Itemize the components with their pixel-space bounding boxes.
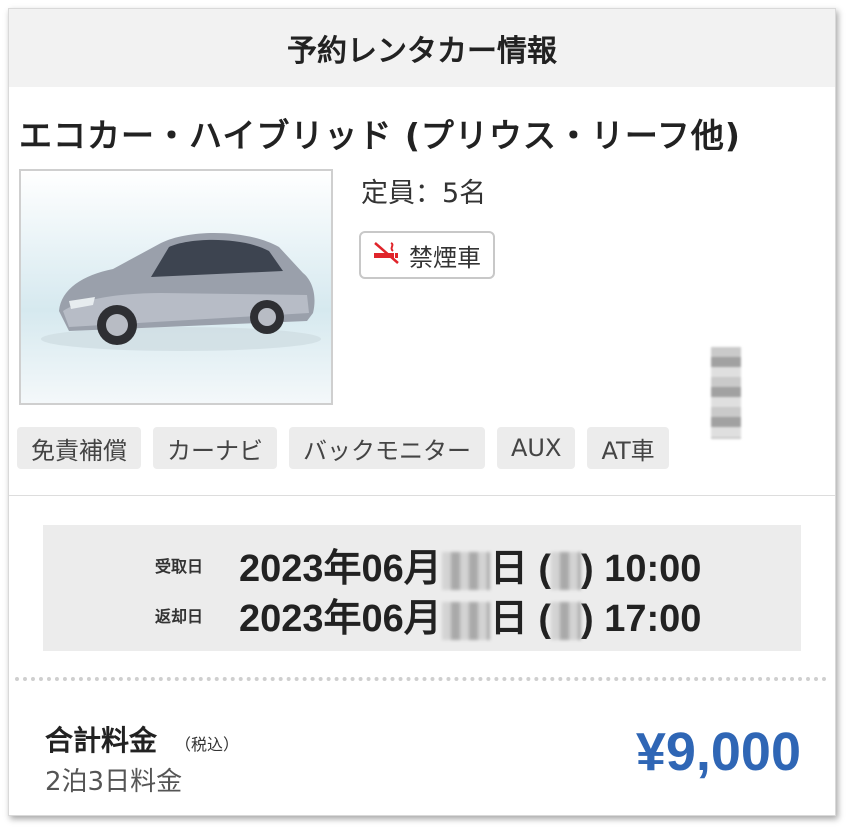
option-tag: 免責補償	[17, 427, 141, 469]
total-price-label: 合計料金 （税込）	[45, 719, 239, 759]
option-tag: バックモニター	[289, 427, 485, 469]
return-time: ) 17:00	[581, 598, 702, 640]
redacted-day	[441, 601, 490, 640]
seating-capacity: 定員：5名	[361, 178, 487, 209]
total-price: ¥9,000	[635, 722, 801, 782]
option-tag: カーナビ	[153, 427, 277, 469]
redacted-day	[441, 551, 490, 590]
tax-included-note: （税込）	[175, 735, 240, 754]
pickup-date-prefix: 2023年06月	[239, 548, 442, 590]
redacted-mosaic	[711, 347, 741, 439]
reservation-card: 予約レンタカー情報 エコカー・ハイブリッド (プリウス・リーフ他) 定員：5名 …	[8, 8, 836, 816]
return-date-suffix: 日 (	[489, 598, 552, 640]
stay-duration: 2泊3日料金	[45, 767, 183, 797]
section-divider	[9, 495, 835, 496]
car-photo	[19, 169, 333, 405]
redacted-weekday	[551, 601, 582, 640]
car-class-title: エコカー・ハイブリッド (プリウス・リーフ他)	[19, 116, 742, 155]
return-datetime: 2023年06月 日 ( ) 17:00	[239, 587, 701, 642]
option-tag: AT車	[587, 427, 669, 469]
redacted-weekday	[551, 551, 582, 590]
car-image	[41, 232, 321, 351]
return-label: 返却日	[154, 606, 203, 626]
option-tags: 免責補償 カーナビ バックモニター AUX AT車	[17, 427, 669, 469]
return-row: 返却日 2023年06月 日 ( ) 17:00	[43, 587, 801, 642]
option-tag: AUX	[497, 427, 576, 469]
no-smoking-icon	[371, 239, 401, 271]
dotted-divider	[15, 677, 827, 681]
return-date-prefix: 2023年06月	[239, 598, 442, 640]
page-title: 予約レンタカー情報	[9, 9, 835, 87]
rental-schedule: 受取日 2023年06月日 () 10:00 返却日 2023年06月日 () …	[43, 525, 801, 651]
non-smoking-label: 禁煙車	[409, 243, 481, 272]
pickup-label: 受取日	[154, 556, 203, 576]
pickup-row: 受取日 2023年06月 日 ( ) 10:00	[43, 537, 801, 592]
pickup-time: ) 10:00	[581, 548, 702, 590]
pickup-datetime: 2023年06月 日 ( ) 10:00	[239, 537, 701, 592]
non-smoking-badge: 禁煙車	[359, 231, 495, 279]
total-label-text: 合計料金	[45, 724, 158, 757]
pickup-date-suffix: 日 (	[489, 548, 552, 590]
